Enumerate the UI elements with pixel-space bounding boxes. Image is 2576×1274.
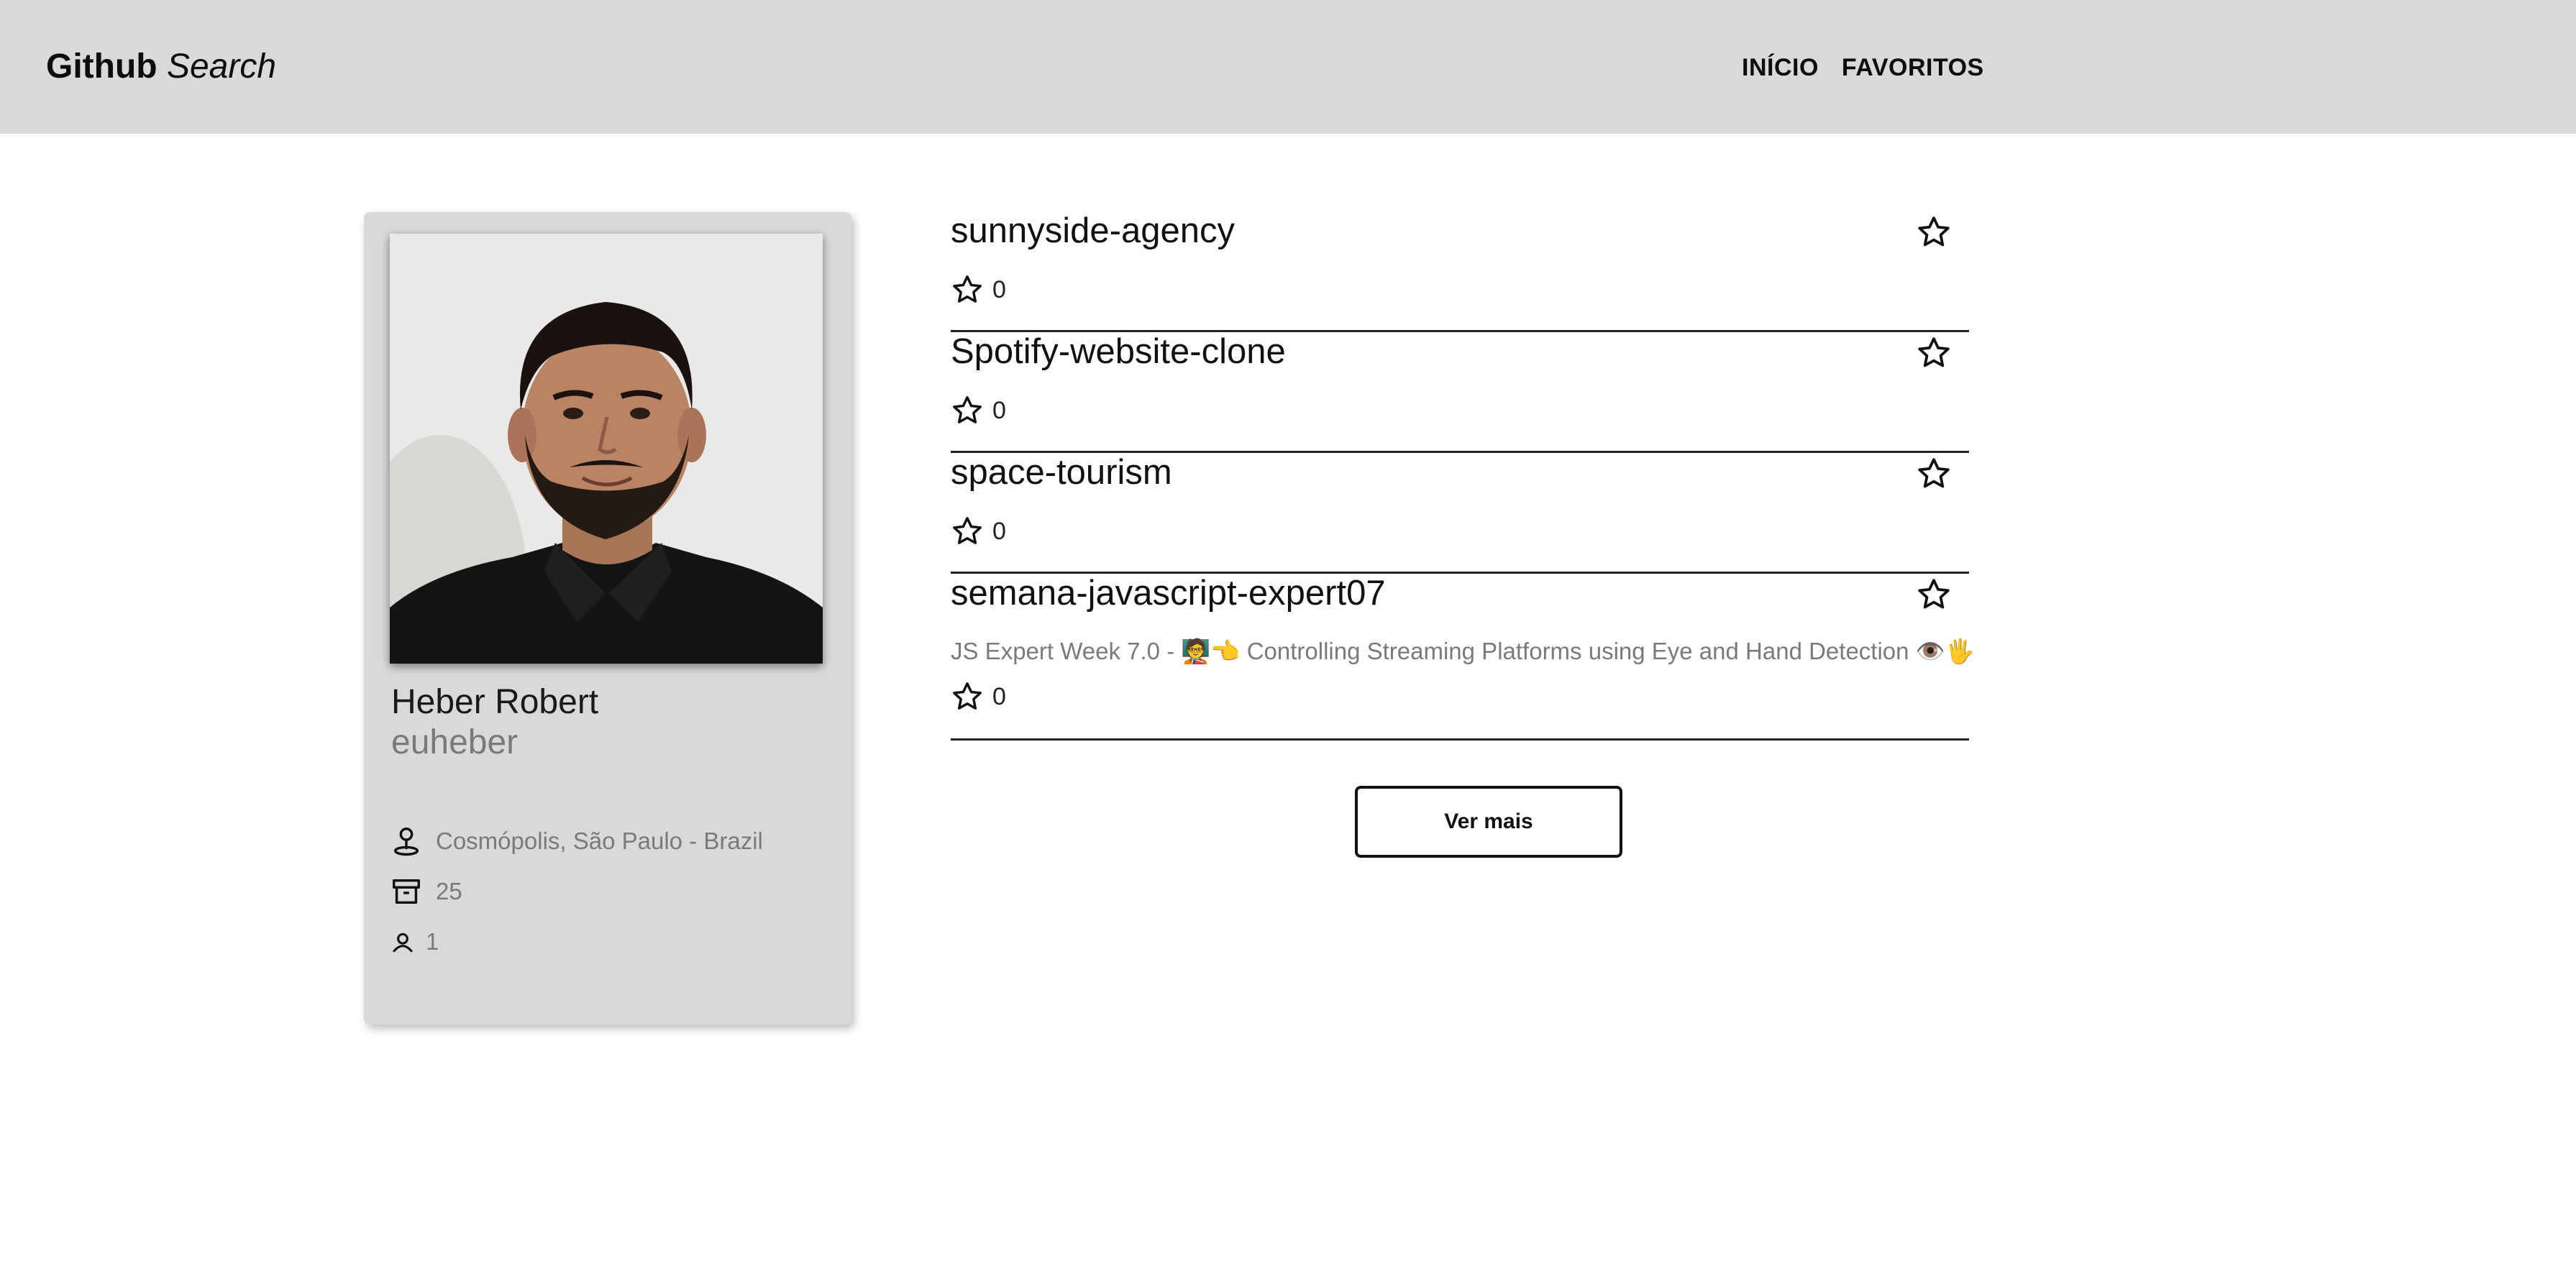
star-outline-icon: [1918, 458, 1950, 488]
main-nav: INÍCIO FAVORITOS: [1742, 53, 1984, 82]
repo-description: JS Expert Week 7.0 - 🧑‍🏫👈 Controlling St…: [951, 638, 1975, 664]
top-header: Github Search INÍCIO FAVORITOS: [0, 0, 2576, 134]
repo-name[interactable]: Spotify-website-clone: [951, 331, 1286, 372]
favorite-star-button[interactable]: [1914, 213, 1953, 252]
profile-login: euheber: [391, 723, 519, 761]
repo-name[interactable]: sunnyside-agency: [951, 210, 1235, 252]
archive-box-icon: [390, 875, 423, 908]
location-text: Cosmópolis, São Paulo - Brazil: [436, 828, 763, 854]
repos-count: 25: [436, 878, 462, 904]
stars-row: 0: [951, 515, 1006, 548]
nav-link-favoritos[interactable]: FAVORITOS: [1842, 53, 1984, 82]
repo-item[interactable]: sunnyside-agency 0: [951, 210, 1969, 332]
favorite-star-button[interactable]: [1914, 454, 1953, 493]
stars-count: 0: [992, 518, 1006, 545]
star-icon: [953, 682, 982, 710]
load-more-button[interactable]: Ver mais: [1355, 786, 1622, 858]
nav-link-inicio[interactable]: INÍCIO: [1742, 53, 1819, 82]
star-outline-icon: [1918, 579, 1950, 609]
avatar: [390, 234, 823, 664]
repo-item[interactable]: space-tourism 0: [951, 452, 1969, 574]
app-logo[interactable]: Github Search: [46, 46, 276, 88]
star-icon: [953, 517, 982, 544]
favorite-star-button[interactable]: [1914, 575, 1953, 614]
followers-count: 1: [426, 928, 439, 955]
stars-count: 0: [992, 397, 1006, 424]
stars-row: 0: [951, 273, 1006, 306]
profile-name: Heber Robert: [391, 683, 599, 721]
stars-count: 0: [992, 276, 1006, 303]
stars-row: 0: [951, 394, 1006, 427]
location-row: Cosmópolis, São Paulo - Brazil: [390, 825, 763, 858]
map-pin-icon: [390, 825, 423, 858]
star-icon: [953, 396, 982, 423]
repo-name[interactable]: space-tourism: [951, 452, 1172, 493]
followers-count-row: 1: [390, 925, 439, 958]
star-outline-icon: [1918, 337, 1950, 367]
repos-count-row: 25: [390, 875, 462, 908]
profile-card: Heber Robert euheber Cosmópolis, São Pau…: [364, 212, 851, 1025]
repo-name[interactable]: semana-javascript-expert07: [951, 572, 1386, 614]
user-icon: [390, 925, 416, 958]
brand-bold: Github: [46, 47, 157, 86]
repo-item[interactable]: semana-javascript-expert07 JS Expert Wee…: [951, 572, 1975, 741]
avatar-photo: [390, 234, 823, 664]
stars-row: 0: [951, 680, 1006, 713]
favorite-star-button[interactable]: [1914, 334, 1953, 372]
repo-item[interactable]: Spotify-website-clone 0: [951, 331, 1969, 453]
brand-italic: Search: [166, 47, 277, 86]
star-icon: [953, 275, 982, 303]
stars-count: 0: [992, 683, 1006, 710]
star-outline-icon: [1918, 216, 1950, 247]
